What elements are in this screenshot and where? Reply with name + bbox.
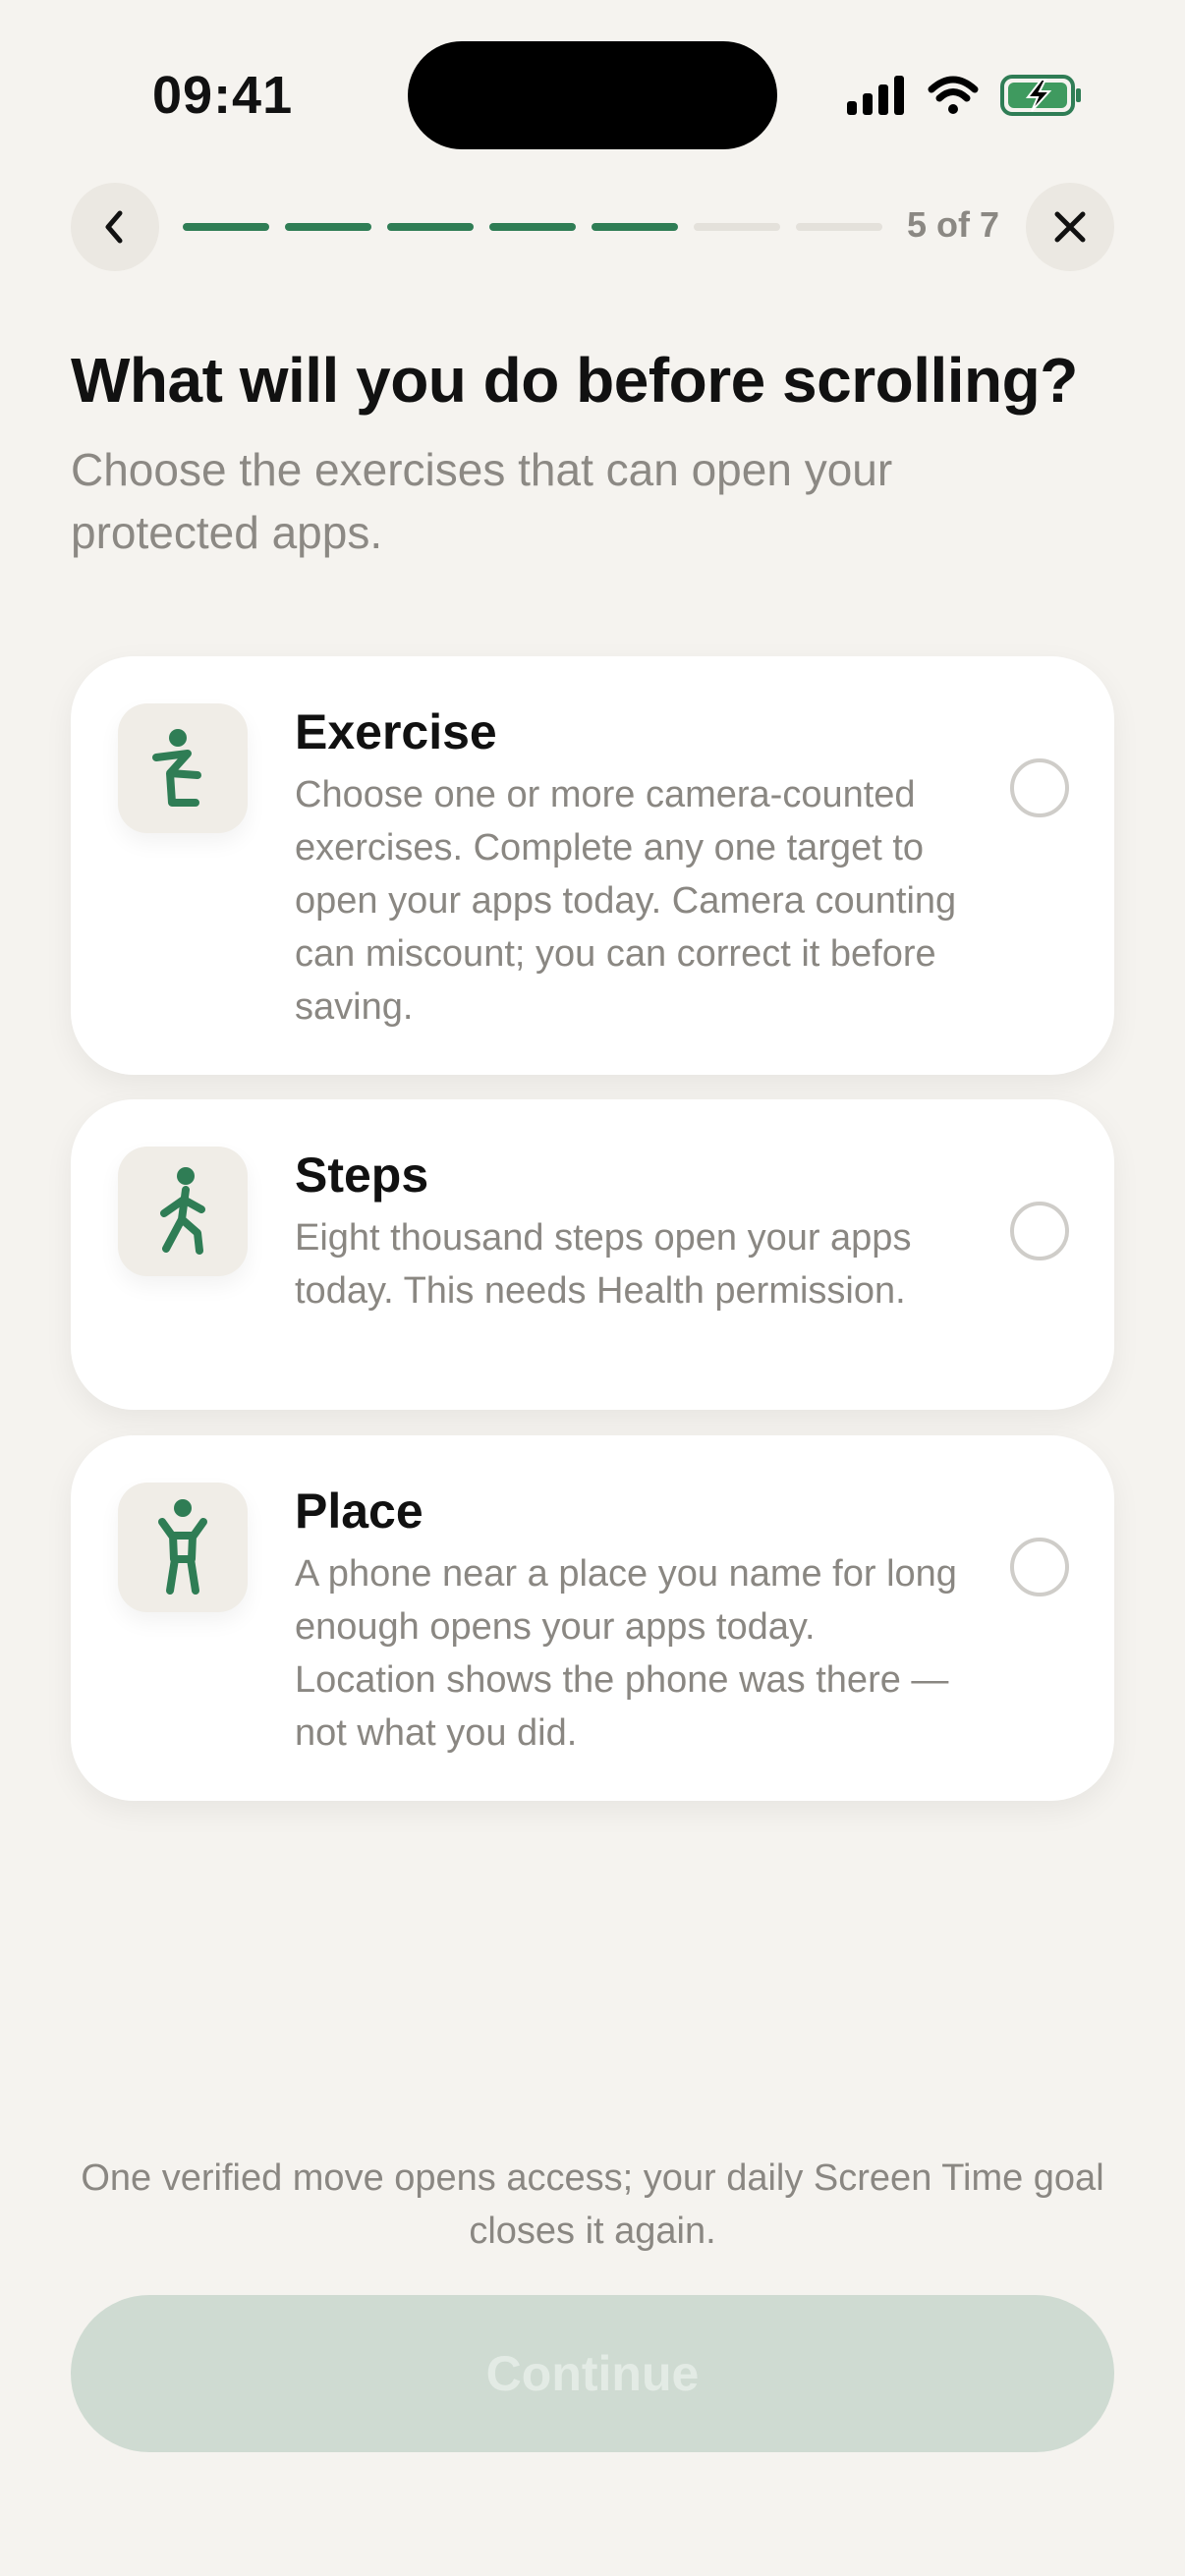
option-card-steps[interactable]: Steps Eight thousand steps open your app…: [71, 1099, 1114, 1410]
cellular-signal-icon: [847, 76, 904, 115]
status-icons: [847, 71, 1083, 120]
squat-figure-icon: [152, 729, 201, 807]
steps-icon-tile: [118, 1147, 248, 1276]
page-subtitle: Choose the exercises that can open your …: [71, 444, 893, 558]
status-time: 09:41: [152, 66, 294, 125]
option-description: Choose one or more camera-counted exerci…: [295, 774, 957, 1028]
close-button[interactable]: [1026, 183, 1114, 271]
option-title: Exercise: [295, 704, 497, 759]
page-title: What will you do before scrolling?: [71, 345, 1078, 416]
progress-segment: [183, 223, 269, 231]
option-title: Place: [295, 1484, 423, 1539]
place-icon-tile: [118, 1483, 248, 1612]
option-radio-place[interactable]: [1010, 1538, 1069, 1596]
progress-segment: [489, 223, 576, 231]
footer-note: One verified move opens access; your dai…: [81, 2157, 1104, 2252]
option-radio-exercise[interactable]: [1010, 758, 1069, 817]
dynamic-island: [408, 41, 777, 149]
progress-segment: [285, 223, 371, 231]
option-card-place[interactable]: Place A phone near a place you name for …: [71, 1435, 1114, 1801]
progress-segment: [387, 223, 474, 231]
progress-segment: [796, 223, 882, 231]
chevron-left-icon: [105, 210, 123, 244]
onboarding-nav: 5 of 7: [71, 183, 1114, 271]
wifi-icon: [928, 76, 979, 114]
progress-segment: [694, 223, 780, 231]
progress-bar: [183, 223, 882, 231]
option-radio-steps[interactable]: [1010, 1202, 1069, 1260]
option-card-exercise[interactable]: Exercise Choose one or more camera-count…: [71, 656, 1114, 1075]
back-button[interactable]: [71, 183, 159, 271]
close-icon: [1054, 211, 1086, 243]
option-title: Steps: [295, 1148, 429, 1203]
step-counter: 5 of 7: [906, 204, 999, 245]
exercise-icon-tile: [118, 703, 248, 833]
option-description: A phone near a place you name for long e…: [295, 1553, 957, 1754]
standing-figure-icon: [158, 1499, 207, 1595]
continue-button[interactable]: Continue: [71, 2295, 1114, 2452]
status-bar: 09:41: [0, 0, 1185, 177]
walking-figure-icon: [160, 1167, 205, 1255]
progress-segment: [592, 223, 678, 231]
option-description: Eight thousand steps open your apps toda…: [295, 1217, 912, 1312]
battery-charging-icon: [1000, 75, 1081, 116]
